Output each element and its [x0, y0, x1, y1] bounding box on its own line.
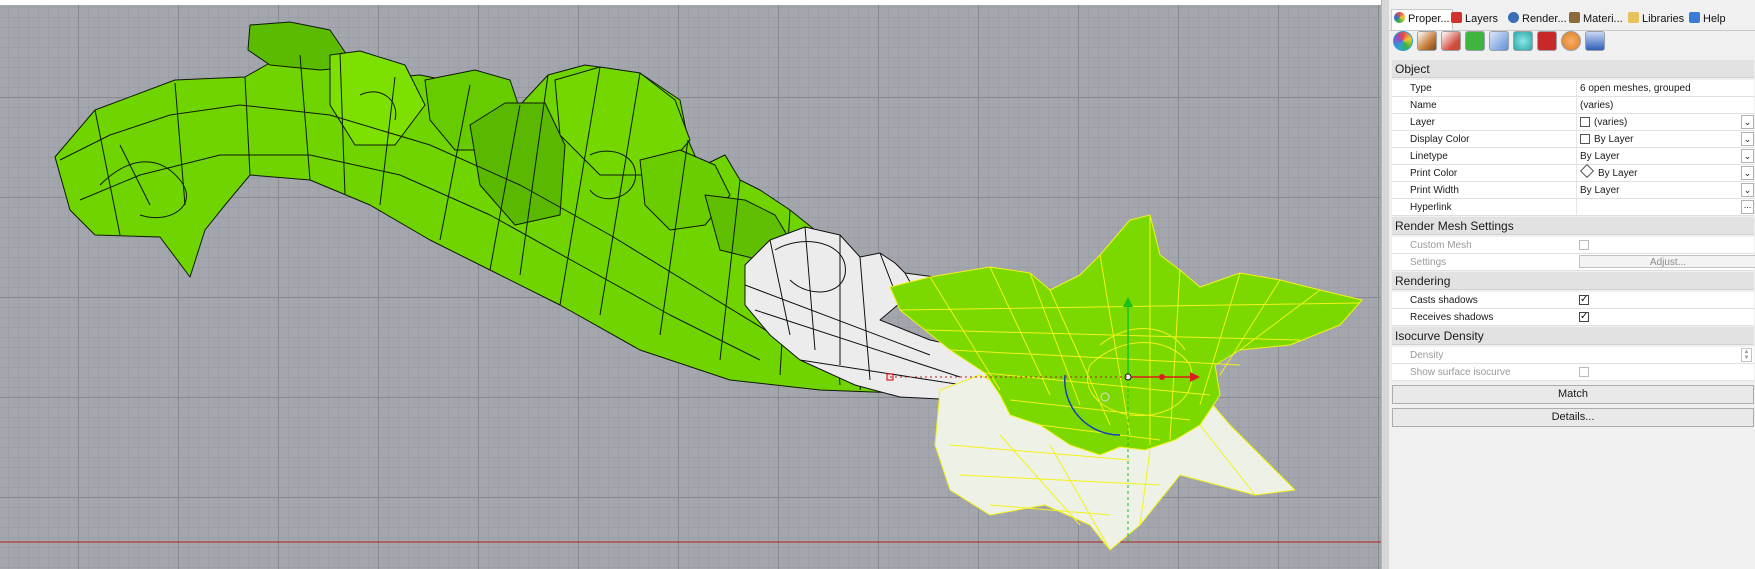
properties-panel: Proper... Layers Render... Materi... Lib… [1389, 0, 1755, 569]
tab-materials[interactable]: Materi... [1567, 10, 1625, 28]
section-object: Object [1392, 60, 1754, 78]
print-color-dropdown-icon[interactable]: ⌄ [1741, 166, 1754, 180]
receives-shadows-checkbox[interactable]: ✓ [1579, 312, 1589, 322]
decal-icon[interactable] [1441, 31, 1461, 51]
prop-row-print-color[interactable]: Print Color By Layer ⌄ [1392, 163, 1754, 182]
density-field[interactable]: ▲ ▼ [1576, 347, 1754, 363]
prop-label-density: Density [1410, 350, 1444, 361]
details-button[interactable]: Details... [1392, 408, 1754, 427]
prop-row-receives-shadows[interactable]: Receives shadows ✓ [1392, 309, 1754, 326]
prop-label-name: Name [1410, 100, 1437, 111]
texture-mapping-icon[interactable] [1465, 31, 1485, 51]
prop-label-settings: Settings [1410, 257, 1447, 268]
adjust-button[interactable]: Adjust... [1579, 255, 1755, 268]
diamond-icon [1579, 163, 1595, 179]
match-button[interactable]: Match [1392, 385, 1754, 404]
folder-icon [1628, 12, 1639, 23]
print-width-dropdown-icon[interactable]: ⌄ [1741, 183, 1754, 197]
tab-properties-label: Proper... [1408, 13, 1450, 25]
print-width-select[interactable]: By Layer [1576, 182, 1738, 198]
display-color-value: By Layer [1594, 134, 1634, 145]
display-color-select[interactable]: By Layer [1576, 131, 1738, 147]
section-isocurve-density: Isocurve Density [1392, 327, 1754, 345]
tab-libraries[interactable]: Libraries [1626, 10, 1686, 28]
prop-row-casts-shadows[interactable]: Casts shadows ✓ [1392, 292, 1754, 309]
layers-icon [1451, 12, 1462, 23]
layer-select[interactable]: (varies) [1576, 114, 1738, 130]
settings-cell: Adjust... [1576, 254, 1755, 270]
prop-label-show-surface-isocurve: Show surface isocurve [1410, 367, 1511, 378]
rendering-icon [1508, 12, 1519, 23]
curve-piping-icon[interactable] [1489, 31, 1509, 51]
tab-layers-label: Layers [1465, 13, 1499, 25]
panel-tab-strip: Proper... Layers Render... Materi... Lib… [1389, 8, 1755, 31]
hyperlink-browse-button[interactable]: ... [1741, 200, 1754, 214]
prop-row-custom-mesh: Custom Mesh [1392, 237, 1754, 254]
prop-row-density: Density ▲ ▼ [1392, 347, 1754, 364]
object-properties-icon[interactable] [1393, 31, 1413, 51]
display-color-dropdown-icon[interactable]: ⌄ [1741, 132, 1754, 146]
tab-help-label: Help [1703, 13, 1726, 25]
prop-row-show-surface-isocurve: Show surface isocurve [1392, 364, 1754, 381]
shut-lining-icon[interactable] [1561, 31, 1581, 51]
gumball-x-handle[interactable] [1159, 374, 1165, 380]
prop-label-print-width: Print Width [1410, 185, 1459, 196]
tab-properties[interactable]: Proper... [1391, 9, 1453, 30]
prop-label-hyperlink: Hyperlink [1410, 202, 1452, 213]
section-rendering: Rendering [1392, 272, 1754, 290]
prop-label-print-color: Print Color [1410, 168, 1458, 179]
show-surface-isocurve-checkbox[interactable] [1579, 367, 1589, 377]
prop-label-custom-mesh: Custom Mesh [1410, 240, 1472, 251]
thickness-icon[interactable] [1585, 31, 1605, 51]
perspective-viewport[interactable] [0, 5, 1381, 569]
prop-row-type: Type 6 open meshes, grouped [1392, 80, 1754, 97]
linetype-select[interactable]: By Layer [1576, 148, 1738, 164]
tab-help[interactable]: Help [1687, 10, 1728, 28]
receives-shadows-cell: ✓ [1576, 309, 1738, 325]
prop-row-layer[interactable]: Layer (varies) ⌄ [1392, 114, 1754, 131]
prop-label-display-color: Display Color [1410, 134, 1470, 145]
prop-label-layer: Layer [1410, 117, 1436, 128]
print-color-value: By Layer [1598, 168, 1638, 179]
prop-label-linetype: Linetype [1410, 151, 1448, 162]
name-field[interactable]: (varies) [1576, 97, 1738, 113]
selected-flower-mesh[interactable] [889, 214, 1363, 551]
layer-color-swatch [1580, 117, 1590, 127]
linetype-dropdown-icon[interactable]: ⌄ [1741, 149, 1754, 163]
prop-value-type: 6 open meshes, grouped [1576, 80, 1738, 96]
edge-softening-icon[interactable] [1537, 31, 1557, 51]
print-color-select[interactable]: By Layer [1576, 163, 1738, 181]
prop-row-hyperlink[interactable]: Hyperlink ... [1392, 199, 1754, 216]
custom-mesh-checkbox[interactable] [1579, 240, 1589, 250]
tab-layers[interactable]: Layers [1449, 10, 1500, 28]
layer-select-value: (varies) [1594, 117, 1628, 128]
custom-mesh-cell [1576, 237, 1738, 253]
hyperlink-field[interactable] [1576, 199, 1738, 215]
section-render-mesh-settings: Render Mesh Settings [1392, 217, 1754, 235]
prop-row-settings: Settings Adjust... [1392, 254, 1755, 271]
prop-label-receives-shadows: Receives shadows [1410, 312, 1494, 323]
prop-row-display-color[interactable]: Display Color By Layer ⌄ [1392, 131, 1754, 148]
tab-rendering-label: Render... [1522, 13, 1567, 25]
prop-label-type: Type [1410, 83, 1432, 94]
displacement-icon[interactable] [1513, 31, 1533, 51]
prop-row-print-width[interactable]: Print Width By Layer ⌄ [1392, 182, 1754, 199]
tab-rendering[interactable]: Render... [1506, 10, 1569, 28]
properties-icon [1394, 12, 1405, 23]
casts-shadows-cell: ✓ [1576, 292, 1738, 308]
density-spinner[interactable]: ▲ ▼ [1741, 348, 1752, 362]
display-color-swatch [1580, 134, 1590, 144]
prop-row-name[interactable]: Name (varies) [1392, 97, 1754, 114]
tab-libraries-label: Libraries [1642, 13, 1685, 25]
layer-dropdown-icon[interactable]: ⌄ [1741, 115, 1754, 129]
tab-materials-label: Materi... [1583, 13, 1623, 25]
prop-label-casts-shadows: Casts shadows [1410, 295, 1478, 306]
show-isocurve-cell [1576, 364, 1738, 380]
casts-shadows-checkbox[interactable]: ✓ [1579, 295, 1589, 305]
material-brush-icon[interactable] [1417, 31, 1437, 51]
prop-row-linetype[interactable]: Linetype By Layer ⌄ [1392, 148, 1754, 165]
materials-icon [1569, 12, 1580, 23]
help-icon [1689, 12, 1700, 23]
viewport-scene [0, 21, 1381, 551]
